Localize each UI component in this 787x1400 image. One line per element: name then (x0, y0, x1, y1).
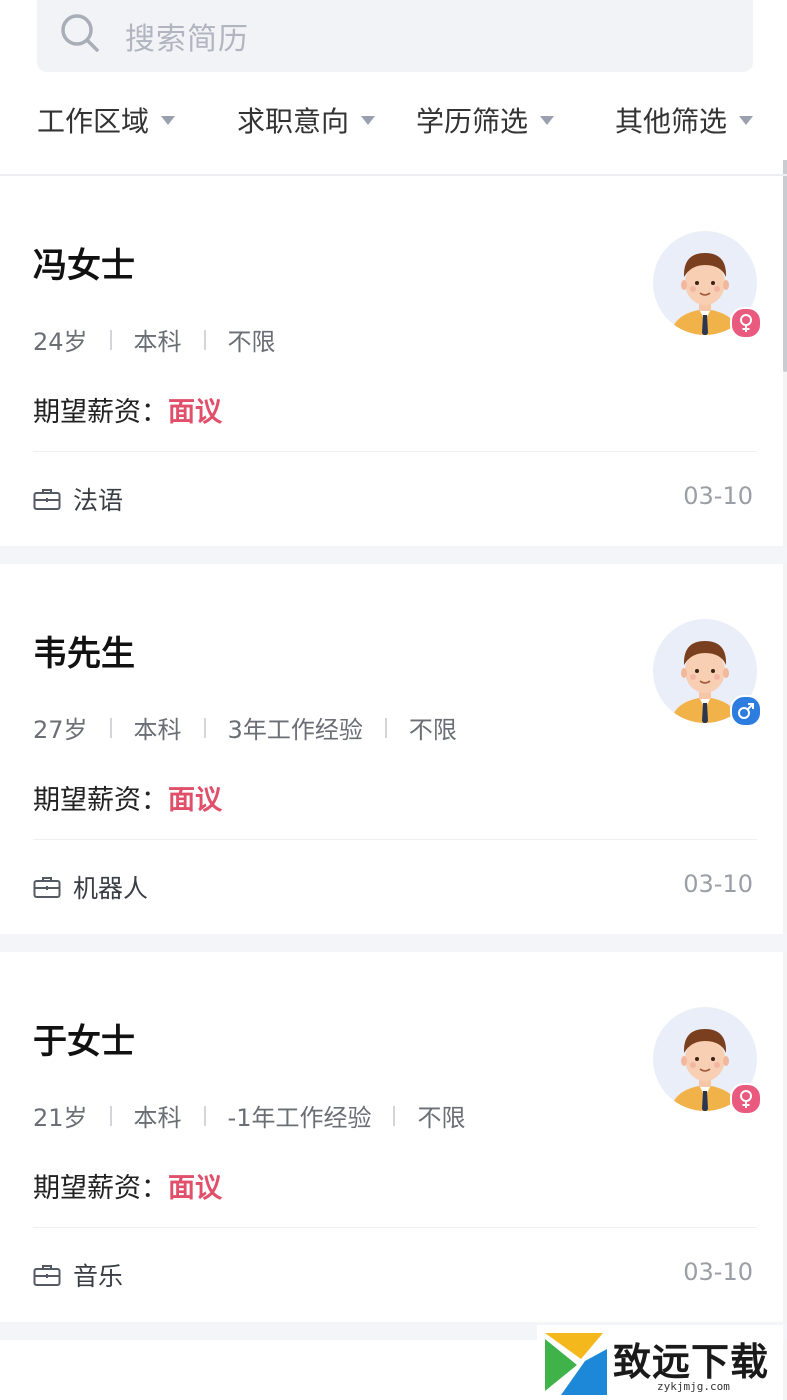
meta-separator (109, 1105, 112, 1126)
meta-separator (203, 329, 206, 350)
age-label: 27岁 (33, 716, 88, 744)
card-gap (0, 546, 787, 564)
job-label: 机器人 (73, 874, 149, 903)
expected-salary: 期望薪资：面议 (33, 1166, 222, 1205)
filter-label: 求职意向 (237, 105, 350, 138)
card-divider (33, 839, 757, 840)
filter-label: 学历筛选 (416, 105, 529, 138)
salary-label: 期望薪资： (33, 397, 168, 428)
job-label: 法语 (73, 486, 124, 515)
male-icon (730, 695, 762, 727)
meta-separator (203, 1105, 206, 1126)
meta-separator (203, 717, 206, 738)
caret-down-icon (361, 115, 376, 125)
age-label: 21岁 (33, 1104, 88, 1132)
filter-work-area[interactable]: 工作区域 (37, 100, 176, 140)
briefcase-icon (33, 489, 61, 510)
filter-education[interactable]: 学历筛选 (416, 100, 555, 140)
card-divider (33, 451, 757, 452)
expected-salary: 期望薪资：面议 (33, 390, 222, 429)
watermark-logo-icon (545, 1333, 607, 1395)
search-bar: 搜索简历 (0, 0, 787, 80)
caret-down-icon (161, 115, 176, 125)
avatar (653, 231, 762, 339)
watermark-url: zykjmjg.com (657, 1380, 730, 1393)
job-intention: 机器人 (33, 869, 148, 905)
salary-value: 面议 (168, 785, 222, 816)
filter-label: 其他筛选 (615, 105, 728, 138)
meta-separator (109, 329, 112, 350)
education-label: 本科 (133, 716, 182, 744)
candidate-name: 冯女士 (33, 246, 135, 286)
candidate-name: 韦先生 (33, 634, 135, 674)
filter-other[interactable]: 其他筛选 (615, 100, 754, 140)
salary-value: 面议 (168, 1173, 222, 1204)
filter-label: 工作区域 (37, 105, 150, 138)
avatar (653, 1007, 762, 1115)
search-placeholder: 搜索简历 (125, 22, 249, 57)
female-icon (730, 1083, 762, 1115)
age-label: 24岁 (33, 328, 88, 356)
candidate-meta: 21岁 本科 -1年工作经验 不限 (33, 1098, 465, 1133)
female-icon (730, 307, 762, 339)
resume-card[interactable]: 于女士 21岁 本科 -1年工作经验 不限 期望薪资：面议 音乐 03-10 (0, 952, 783, 1322)
requirement-label: 不限 (408, 716, 457, 744)
filter-job-intention[interactable]: 求职意向 (237, 100, 376, 140)
avatar (653, 619, 762, 727)
salary-label: 期望薪资： (33, 1173, 168, 1204)
resume-card[interactable]: 冯女士 24岁 本科 不限 期望薪资：面议 法语 03-10 (0, 176, 783, 546)
search-icon (61, 14, 99, 52)
search-input[interactable]: 搜索简历 (37, 0, 753, 72)
filter-bar: 工作区域 求职意向 学历筛选 其他筛选 (0, 80, 787, 160)
watermark-title: 致远下载 (613, 1340, 770, 1384)
briefcase-icon (33, 1265, 61, 1286)
meta-separator (384, 717, 387, 738)
meta-separator (109, 717, 112, 738)
watermark: 致远下载 zykjmjg.com (537, 1325, 783, 1395)
candidate-meta: 27岁 本科 3年工作经验 不限 (33, 710, 457, 745)
caret-down-icon (739, 115, 754, 125)
post-date: 03-10 (683, 482, 753, 510)
meta-separator (393, 1105, 396, 1126)
briefcase-icon (33, 877, 61, 898)
resume-card[interactable]: 韦先生 27岁 本科 3年工作经验 不限 期望薪资：面议 机器人 03-10 (0, 564, 783, 934)
requirement-label: 不限 (227, 328, 276, 356)
post-date: 03-10 (683, 870, 753, 898)
card-divider (33, 1227, 757, 1228)
salary-label: 期望薪资： (33, 785, 168, 816)
job-intention: 法语 (33, 481, 123, 517)
candidate-name: 于女士 (33, 1022, 135, 1062)
job-intention: 音乐 (33, 1257, 123, 1293)
experience-label: -1年工作经验 (227, 1104, 372, 1132)
scrollbar-track[interactable] (783, 0, 787, 1400)
card-gap (0, 934, 787, 952)
expected-salary: 期望薪资：面议 (33, 778, 222, 817)
caret-down-icon (540, 115, 555, 125)
experience-label: 3年工作经验 (227, 716, 363, 744)
salary-value: 面议 (168, 397, 222, 428)
education-label: 本科 (133, 328, 182, 356)
post-date: 03-10 (683, 1258, 753, 1286)
job-label: 音乐 (73, 1262, 124, 1291)
education-label: 本科 (133, 1104, 182, 1132)
candidate-meta: 24岁 本科 不限 (33, 322, 276, 357)
requirement-label: 不限 (417, 1104, 466, 1132)
